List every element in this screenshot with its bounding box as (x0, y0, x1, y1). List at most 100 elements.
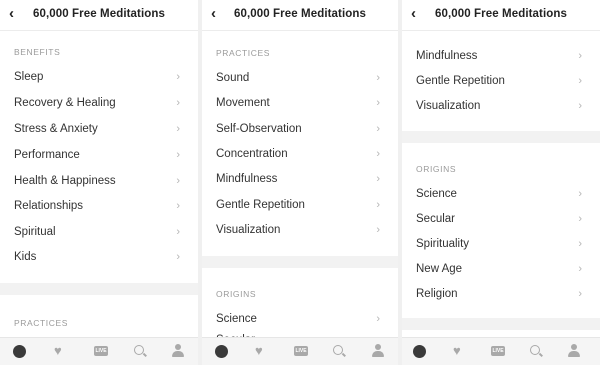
chevron-right-icon: › (176, 71, 180, 83)
heart-icon[interactable]: ♥ (255, 343, 263, 359)
list-item-label: Spirituality (416, 238, 470, 250)
list-item[interactable]: Spirituality › (416, 235, 588, 253)
section-spacer (402, 131, 600, 143)
section-header-benefits: BENEFITS (14, 47, 61, 57)
list-item[interactable]: Science › (416, 185, 588, 203)
chevron-right-icon: › (176, 175, 180, 187)
live-icon[interactable]: LIVE (491, 346, 505, 356)
list-item[interactable]: Spiritual › (14, 223, 186, 241)
tab-bar: ♥ LIVE (202, 337, 398, 365)
nav-header: ‹ 60,000 Free Meditations (202, 0, 398, 31)
nav-header: ‹ 60,000 Free Meditations (0, 0, 198, 31)
screen-practices: ‹ 60,000 Free Meditations PRACTICES Soun… (202, 0, 398, 365)
globe-icon[interactable] (413, 345, 426, 358)
list-item-label: Visualization (216, 224, 281, 236)
list-item-label: Stress & Anxiety (14, 123, 98, 135)
screen-origins: ‹ 60,000 Free Meditations Mindfulness › G… (402, 0, 600, 365)
list-item[interactable]: Concentration › (216, 145, 386, 163)
list-item[interactable]: Secular › (416, 210, 588, 228)
chevron-right-icon: › (376, 148, 380, 160)
section-header-origins: ORIGINS (216, 289, 257, 299)
list-item[interactable]: Self-Observation › (216, 120, 386, 138)
list-item[interactable]: Relationships › (14, 197, 186, 215)
live-icon[interactable]: LIVE (94, 346, 108, 356)
chevron-right-icon: › (176, 97, 180, 109)
list-item-label: Gentle Repetition (216, 199, 305, 211)
list-item[interactable]: Health & Happiness › (14, 172, 186, 190)
search-icon[interactable] (134, 345, 144, 355)
list-item-label: Science (416, 188, 457, 200)
chevron-right-icon: › (176, 149, 180, 161)
chevron-right-icon: › (578, 50, 582, 62)
chevron-right-icon: › (176, 226, 180, 238)
nav-header: ‹ 60,000 Free Meditations (402, 0, 600, 31)
list-item-label: Health & Happiness (14, 175, 116, 187)
globe-icon[interactable] (215, 345, 228, 358)
list-item-label: Concentration (216, 148, 288, 160)
list-item-label: Movement (216, 97, 270, 109)
chevron-right-icon: › (578, 238, 582, 250)
list-item-label: Kids (14, 251, 37, 263)
page-title: 60,000 Free Meditations (32, 8, 166, 20)
list-item[interactable]: Mindfulness › (216, 170, 386, 188)
chevron-right-icon: › (376, 97, 380, 109)
list-item[interactable]: New Age › (416, 260, 588, 278)
chevron-right-icon: › (578, 188, 582, 200)
section-header-practices: PRACTICES (216, 48, 271, 58)
list-item-label: Performance (14, 149, 80, 161)
heart-icon[interactable]: ♥ (453, 343, 461, 359)
list-item[interactable]: Movement › (216, 94, 386, 112)
section-spacer (0, 283, 198, 295)
list-item[interactable]: Sleep › (14, 68, 186, 86)
list-item[interactable]: Stress & Anxiety › (14, 120, 186, 138)
list-item-label: Recovery & Healing (14, 97, 116, 109)
tab-bar: ♥ LIVE (402, 337, 600, 365)
list-item[interactable]: Performance › (14, 146, 186, 164)
list-item[interactable]: Visualization › (216, 221, 386, 239)
list-item[interactable]: Visualization › (416, 97, 588, 115)
list-item[interactable]: Kids › (14, 248, 186, 266)
app-screens: ‹ 60,000 Free Meditations BENEFITS Sleep… (0, 0, 600, 365)
heart-icon[interactable]: ♥ (54, 343, 62, 359)
section-header-practices: PRACTICES (14, 318, 69, 328)
chevron-right-icon: › (376, 224, 380, 236)
search-icon[interactable] (333, 345, 343, 355)
page-title: 60,000 Free Meditations (434, 8, 568, 20)
chevron-right-icon: › (376, 123, 380, 135)
list-item-label: Secular (416, 213, 455, 225)
list-item[interactable]: Religion › (416, 285, 588, 303)
chevron-right-icon: › (176, 123, 180, 135)
page-title: 60,000 Free Meditations (233, 8, 367, 20)
section-header-origins: ORIGINS (416, 164, 457, 174)
live-icon[interactable]: LIVE (294, 346, 308, 356)
list-item[interactable]: Gentle Repetition › (216, 196, 386, 214)
section-spacer (402, 318, 600, 330)
profile-icon[interactable] (372, 344, 384, 358)
screen-benefits: ‹ 60,000 Free Meditations BENEFITS Sleep… (0, 0, 198, 365)
search-icon[interactable] (530, 345, 540, 355)
list-item[interactable]: Science › (216, 310, 386, 328)
list-item-label: Gentle Repetition (416, 75, 505, 87)
chevron-right-icon: › (376, 313, 380, 325)
list-item-label: Mindfulness (216, 173, 278, 185)
chevron-right-icon: › (376, 199, 380, 211)
list-item[interactable]: Gentle Repetition › (416, 72, 588, 90)
list-item-label: Mindfulness (416, 50, 478, 62)
profile-icon[interactable] (172, 344, 184, 358)
chevron-right-icon: › (176, 200, 180, 212)
list-item-label: Science (216, 313, 257, 325)
chevron-right-icon: › (376, 72, 380, 84)
list-item[interactable]: Mindfulness › (416, 47, 588, 65)
list-item[interactable]: Recovery & Healing › (14, 94, 186, 112)
profile-icon[interactable] (568, 344, 580, 358)
chevron-right-icon: › (578, 288, 582, 300)
list-item-label: Sleep (14, 71, 44, 83)
section-spacer (202, 256, 398, 268)
tab-bar: ♥ LIVE (0, 337, 198, 365)
list-item-label: Spiritual (14, 226, 56, 238)
list-item-label: Visualization (416, 100, 481, 112)
list-item[interactable]: Sound › (216, 69, 386, 87)
globe-icon[interactable] (13, 345, 26, 358)
chevron-right-icon: › (376, 173, 380, 185)
list-item-label: Relationships (14, 200, 84, 212)
